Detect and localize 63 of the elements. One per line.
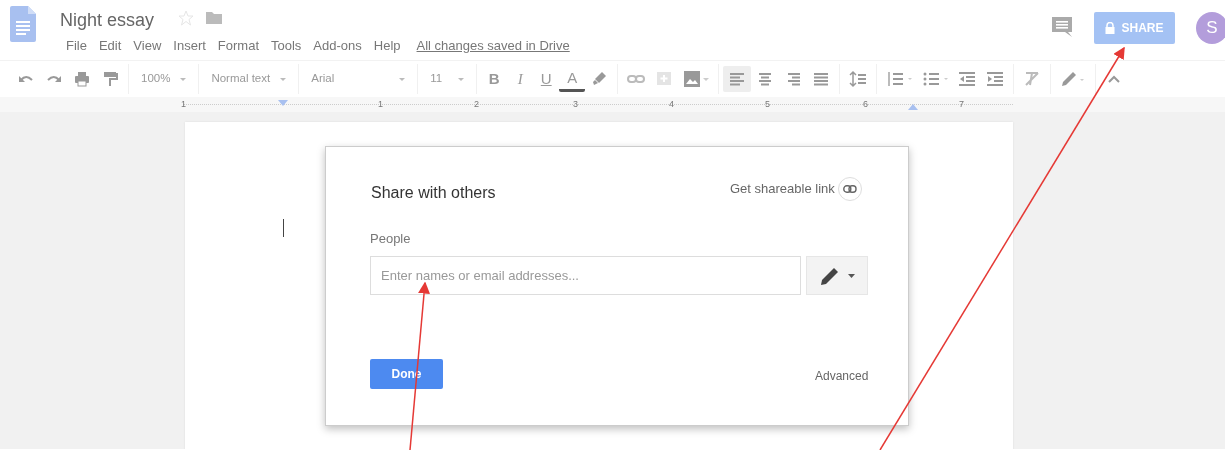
menu-item[interactable]: Tools: [265, 36, 308, 56]
increase-indent-icon: [986, 70, 1005, 88]
lock-icon: [1105, 22, 1116, 34]
numbered-list-icon: [886, 70, 913, 88]
decrease-indent-icon: [958, 70, 977, 88]
comment-icon[interactable]: [1052, 17, 1072, 37]
italic-button[interactable]: I: [507, 63, 534, 95]
ruler-number: 1: [378, 98, 383, 111]
docs-logo-icon: [10, 6, 36, 42]
people-input-field[interactable]: Enter names or email addresses...: [370, 256, 801, 295]
bulleted-list-icon: [922, 70, 949, 88]
folder-icon[interactable]: [206, 11, 222, 24]
ruler-number: 1: [181, 98, 186, 111]
bold-button[interactable]: B: [481, 63, 508, 95]
dropdown[interactable]: 11: [422, 70, 473, 88]
ruler-number: 3: [573, 98, 578, 111]
align-left-button[interactable]: [723, 66, 752, 92]
menu-item[interactable]: View: [127, 36, 168, 56]
highlighter-icon: [590, 70, 609, 88]
dropdown[interactable]: 100%: [133, 70, 195, 88]
paint-format-icon: [101, 70, 119, 88]
caret-icon: [458, 77, 465, 81]
add-comment-icon: [655, 70, 674, 88]
caret-icon: [847, 273, 855, 278]
caret-icon: [180, 77, 187, 81]
ruler-number: 4: [669, 98, 674, 111]
field-label: People: [370, 230, 411, 248]
dropdown[interactable]: Arial: [303, 70, 414, 88]
menu-item[interactable]: Edit: [92, 36, 128, 56]
save-status-link[interactable]: All changes saved in Drive: [416, 36, 570, 56]
menu-item[interactable]: Format: [211, 36, 265, 56]
clear-formatting-icon: [1023, 70, 1042, 88]
underline-button[interactable]: U: [533, 63, 560, 95]
star-icon[interactable]: [178, 10, 194, 26]
ruler-number: 7: [959, 98, 964, 111]
document-title[interactable]: Night essay: [60, 7, 155, 34]
dropdown[interactable]: Normal text: [203, 70, 295, 88]
menu-item[interactable]: Add-ons: [307, 36, 368, 56]
user-avatar[interactable]: S: [1196, 12, 1225, 44]
indent-marker-icon[interactable]: [278, 100, 288, 108]
ruler-number: 2: [474, 98, 479, 111]
text-cursor: [283, 219, 284, 237]
text-color-button[interactable]: A: [559, 66, 586, 92]
ruler-number: 6: [863, 98, 868, 111]
pencil-icon: [819, 265, 840, 286]
link-icon: [842, 185, 857, 193]
menu-item[interactable]: File: [60, 36, 93, 56]
align-left-icon: [728, 70, 747, 88]
pencil-icon: [1060, 70, 1087, 88]
print-icon: [73, 70, 91, 88]
caret-icon: [399, 77, 406, 81]
indent-marker-icon[interactable]: [908, 102, 918, 110]
align-justify-icon: [812, 70, 831, 88]
advanced-link[interactable]: Advanced: [815, 367, 869, 385]
image-icon: [683, 70, 710, 88]
menu-item[interactable]: Insert: [167, 36, 212, 56]
caret-icon: [280, 77, 287, 81]
permission-dropdown[interactable]: [806, 256, 868, 295]
ruler-number: 5: [765, 98, 770, 111]
menu-item[interactable]: Help: [367, 36, 407, 56]
line-spacing-icon: [849, 70, 868, 88]
shareable-link[interactable]: Get shareable link: [730, 179, 835, 199]
dialog-title: Share with others: [371, 183, 496, 203]
